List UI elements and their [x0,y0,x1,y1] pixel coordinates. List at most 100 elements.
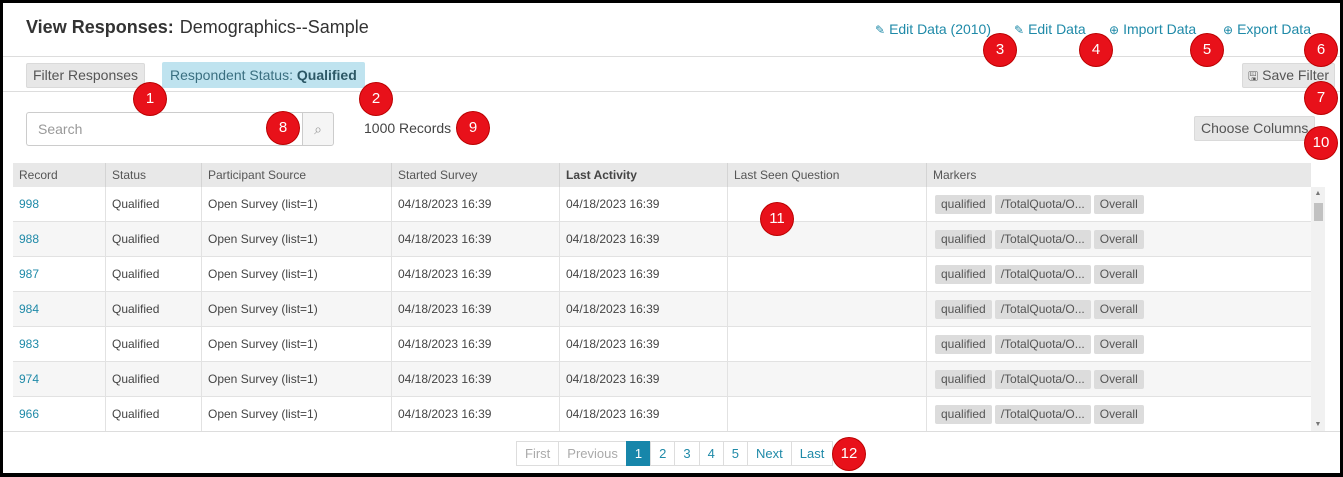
cell-record[interactable]: 987 [13,257,106,292]
floppy-disk-icon: 🖫 [1248,69,1259,83]
edit-data-2010-label: Edit Data (2010) [889,21,992,37]
survey-name: Demographics--Sample [179,17,369,37]
status-filter-prefix: Respondent Status: [170,67,293,83]
pagination-last[interactable]: Last [790,441,834,466]
cell-started-survey: 04/18/2023 16:39 [392,257,560,292]
table-row[interactable]: 966 Qualified Open Survey (list=1) 04/18/20… [13,397,1311,432]
search-button[interactable]: ⌕ [302,112,334,146]
marker-badge: Overall [1093,265,1144,285]
pagination-first[interactable]: First [516,441,560,466]
edit-data-2010-link[interactable]: ✎ Edit Data (2010) [875,21,991,37]
import-data-label: Import Data [1123,21,1197,37]
cell-last-activity: 04/18/2023 16:39 [560,257,728,292]
table-row[interactable]: 987 Qualified Open Survey (list=1) 04/18/20… [13,257,1311,292]
download-circle-icon: ⊕ [1223,23,1234,37]
cell-record[interactable]: 988 [13,222,106,257]
callout-badge: 5 [1191,34,1223,66]
cell-last-seen-question [728,292,927,327]
record-link[interactable]: 987 [19,267,39,281]
callout-badge: 7 [1305,82,1337,114]
callout-badge: 11 [761,203,793,235]
respondent-status-filter-chip[interactable]: Respondent Status: Qualified [162,62,365,88]
cell-record[interactable]: 983 [13,327,106,362]
marker-badge: Overall [1093,195,1144,215]
cell-record[interactable]: 998 [13,187,106,222]
scroll-down-arrow-icon[interactable]: ▼ [1311,418,1325,432]
cell-status: Qualified [106,397,202,432]
marker-badge: /TotalQuota/O... [994,405,1091,425]
marker-badge: qualified [935,405,992,425]
pagination-page-3[interactable]: 3 [674,441,700,466]
record-link[interactable]: 984 [19,302,39,316]
column-header-participant-source[interactable]: Participant Source [202,163,392,187]
edit-data-link[interactable]: ✎ Edit Data [1014,21,1086,37]
marker-badge: qualified [935,230,992,250]
pagination-page-4[interactable]: 4 [698,441,724,466]
filter-responses-button[interactable]: Filter Responses [26,63,146,88]
cell-last-activity: 04/18/2023 16:39 [560,397,728,432]
scroll-up-arrow-icon[interactable]: ▲ [1311,187,1325,201]
record-link[interactable]: 998 [19,197,39,211]
cell-last-seen-question [728,222,927,257]
marker-badge: qualified [935,300,992,320]
record-link[interactable]: 983 [19,337,39,351]
pagination-next[interactable]: Next [747,441,792,466]
pagination-page-5[interactable]: 5 [722,441,749,466]
marker-badge: Overall [1093,230,1144,250]
edit-data-label: Edit Data [1028,21,1086,37]
export-data-link[interactable]: ⊕ Export Data [1223,21,1311,37]
column-header-status[interactable]: Status [106,163,202,187]
record-link[interactable]: 974 [19,372,39,386]
table-row[interactable]: 998 Qualified Open Survey (list=1) 04/18/20… [13,187,1311,222]
column-header-markers[interactable]: Markers [927,163,1311,187]
cell-record[interactable]: 974 [13,362,106,397]
marker-badge: /TotalQuota/O... [994,300,1091,320]
column-header-last-seen-question[interactable]: Last Seen Question [728,163,927,187]
view-responses-panel: View Responses: Demographics--Sample ✎ Edi… [3,3,1340,473]
callout-badge: 10 [1305,127,1337,159]
cell-participant-source: Open Survey (list=1) [202,222,392,257]
cell-participant-source: Open Survey (list=1) [202,362,392,397]
scroll-thumb[interactable] [1314,203,1323,221]
record-link[interactable]: 988 [19,232,39,246]
cell-markers: qualified/TotalQuota/O... Overall [927,257,1311,292]
table-row[interactable]: 974 Qualified Open Survey (list=1) 04/18/20… [13,362,1311,397]
pagination-page-2[interactable]: 2 [650,441,676,466]
cell-markers: qualified/TotalQuota/O... Overall [927,362,1311,397]
cell-markers: qualified/TotalQuota/O... Overall [927,397,1311,432]
marker-badge: qualified [935,195,992,215]
upload-circle-icon: ⊕ [1109,23,1120,37]
search-input[interactable]: Search [26,112,302,146]
records-count: 1000 Records [364,120,452,136]
cell-record[interactable]: 966 [13,397,106,432]
callout-badge: 4 [1080,34,1112,66]
pagination-previous[interactable]: Previous [558,441,627,466]
callout-badge: 6 [1305,34,1337,66]
table-row[interactable]: 983 Qualified Open Survey (list=1) 04/18/20… [13,327,1311,362]
cell-status: Qualified [106,327,202,362]
filter-bar: Filter Responses Respondent Status: Qual… [3,57,1340,92]
cell-record[interactable]: 984 [13,292,106,327]
table-row[interactable]: 984 Qualified Open Survey (list=1) 04/18/20… [13,292,1311,327]
pagination-page-1[interactable]: 1 [625,441,652,466]
column-header-record[interactable]: Record [13,163,106,187]
page-title-label: View Responses: [26,17,174,37]
cell-markers: qualified/TotalQuota/O... Overall [927,292,1311,327]
table-divider [3,431,1340,432]
cell-last-activity: 04/18/2023 16:39 [560,222,728,257]
column-header-started-survey[interactable]: Started Survey [392,163,560,187]
record-link[interactable]: 966 [19,407,39,421]
marker-badge: Overall [1093,370,1144,390]
cell-started-survey: 04/18/2023 16:39 [392,327,560,362]
cell-started-survey: 04/18/2023 16:39 [392,222,560,257]
cell-last-activity: 04/18/2023 16:39 [560,187,728,222]
cell-status: Qualified [106,222,202,257]
cell-participant-source: Open Survey (list=1) [202,187,392,222]
table-scrollbar[interactable]: ▲ ▼ [1311,187,1325,432]
table-row[interactable]: 988 Qualified Open Survey (list=1) 04/18/20… [13,222,1311,257]
cell-last-seen-question [728,397,927,432]
import-data-link[interactable]: ⊕ Import Data [1109,21,1196,37]
callout-badge: 9 [457,112,489,144]
choose-columns-button[interactable]: Choose Columns [1194,116,1316,141]
column-header-last-activity[interactable]: Last Activity [560,163,728,187]
